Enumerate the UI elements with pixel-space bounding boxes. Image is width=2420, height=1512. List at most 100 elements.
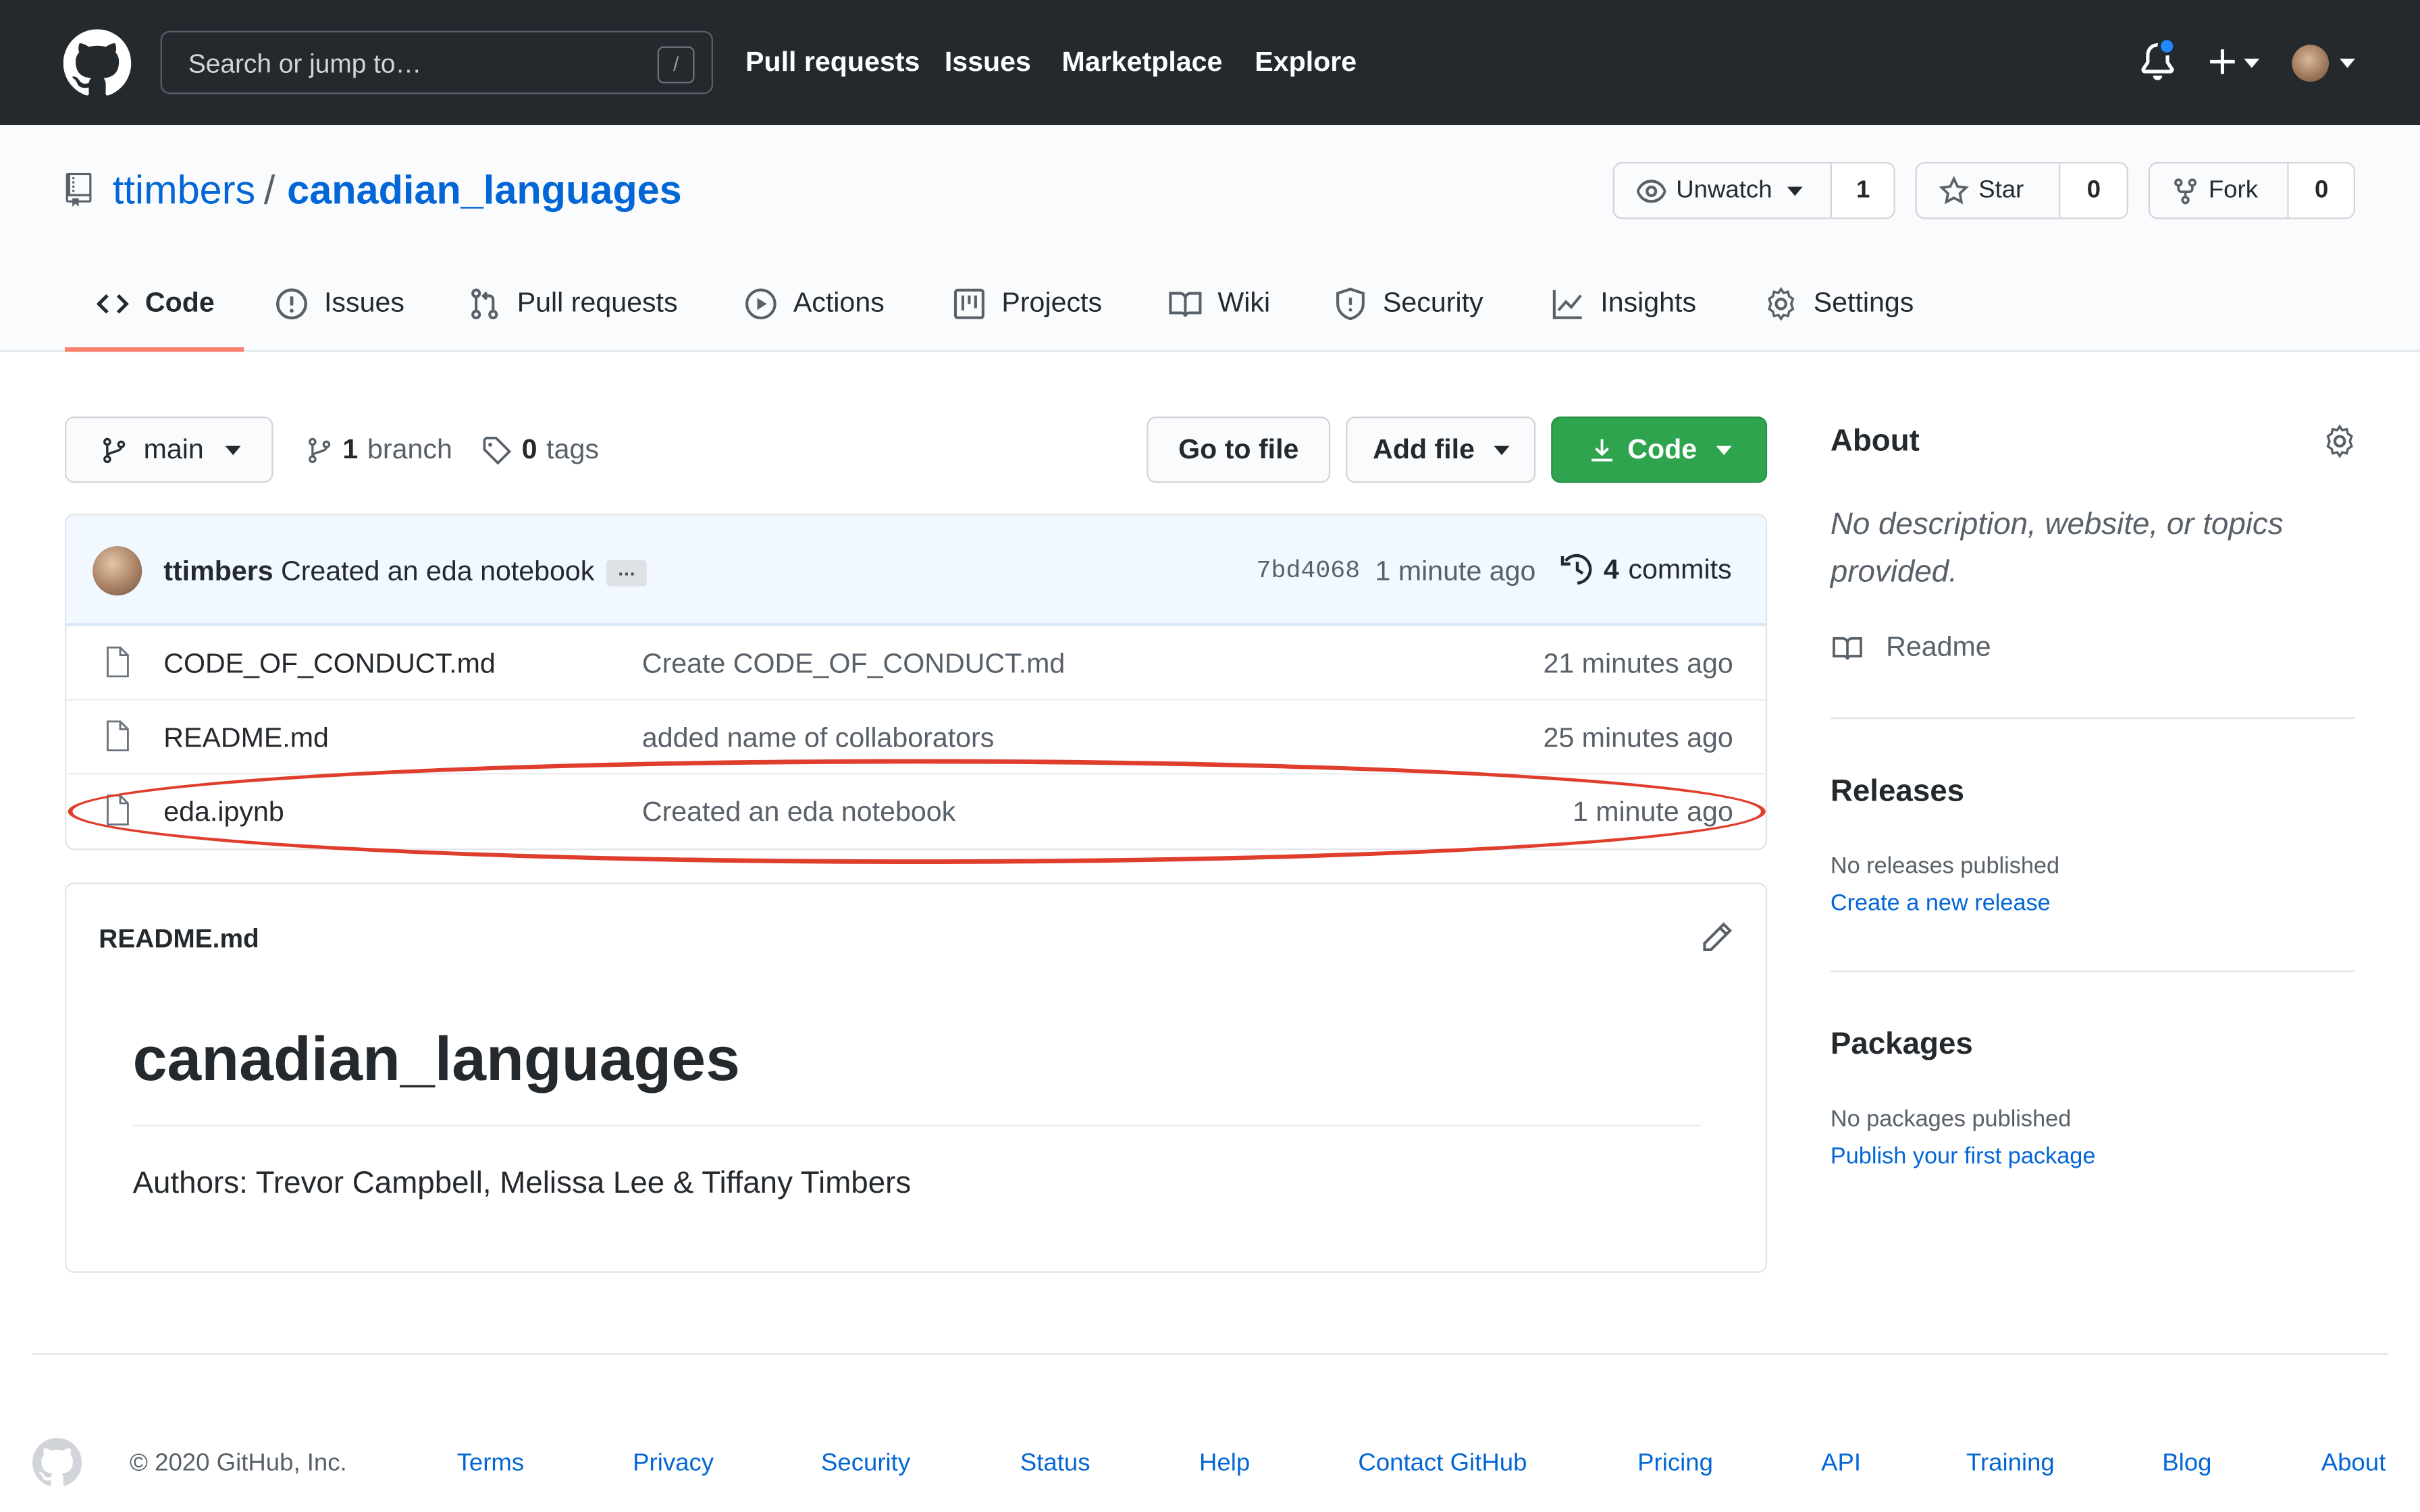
tag-count-label: tags — [546, 433, 599, 464]
tab-insights[interactable]: Insights — [1551, 254, 1696, 352]
releases-heading[interactable]: Releases — [1831, 774, 1964, 810]
github-logo-icon[interactable] — [63, 29, 132, 97]
github-repo-page: Search or jump to… / Pull requests Issue… — [0, 0, 2420, 1512]
unwatch-button[interactable]: Unwatch — [1614, 163, 1833, 218]
tab-issues-label: Issues — [323, 287, 404, 318]
tags-link[interactable]: 0 tags — [481, 433, 599, 466]
tab-wiki[interactable]: Wiki — [1168, 254, 1270, 352]
repo-owner-link[interactable]: ttimbers — [113, 167, 255, 215]
star-button-group: Star 0 — [1915, 161, 2128, 219]
repo-name-link[interactable]: canadian_languages — [287, 167, 682, 215]
watchers-count[interactable]: 1 — [1832, 163, 1894, 218]
code-button-label: Code — [1627, 433, 1698, 464]
shield-icon — [1336, 286, 1365, 320]
footer-link-privacy[interactable]: Privacy — [633, 1451, 714, 1478]
footer-link-api[interactable]: API — [1821, 1451, 1861, 1478]
caret-down-icon — [1787, 186, 1804, 196]
tab-settings[interactable]: Settings — [1764, 254, 1914, 352]
file-commit-message[interactable]: added name of collaborators — [642, 722, 994, 755]
nav-pull-requests[interactable]: Pull requests — [745, 47, 920, 79]
add-file-label: Add file — [1373, 433, 1475, 464]
watch-button-group: Unwatch 1 — [1612, 161, 1895, 219]
file-name[interactable]: eda.ipynb — [163, 796, 284, 828]
fork-button[interactable]: Fork — [2149, 163, 2290, 218]
footer-link-pricing[interactable]: Pricing — [1637, 1451, 1713, 1478]
tab-issues[interactable]: Issues — [275, 254, 404, 352]
expand-commit-button[interactable]: … — [606, 560, 647, 587]
search-input[interactable]: Search or jump to… / — [160, 30, 713, 94]
file-row[interactable]: README.md added name of collaborators 25… — [66, 699, 1766, 773]
commit-author[interactable]: ttimbers — [163, 556, 273, 588]
file-row[interactable]: CODE_OF_CONDUCT.md Create CODE_OF_CONDUC… — [66, 624, 1766, 699]
file-commit-time: 25 minutes ago — [1543, 722, 1733, 753]
fork-label: Fork — [2208, 176, 2258, 203]
search-placeholder: Search or jump to… — [188, 49, 422, 79]
global-header: Search or jump to… / Pull requests Issue… — [0, 0, 2420, 126]
caret-down-icon — [1493, 445, 1509, 455]
add-file-button[interactable]: Add file — [1346, 416, 1536, 483]
file-browser: ttimbers Created an eda notebook … 7bd40… — [64, 514, 1768, 850]
user-avatar[interactable] — [2292, 45, 2330, 82]
file-name[interactable]: CODE_OF_CONDUCT.md — [163, 648, 495, 680]
commits-history-link[interactable]: 4 commits — [1560, 552, 1732, 586]
create-release-link[interactable]: Create a new release — [1831, 890, 2051, 917]
github-logo-icon[interactable] — [32, 1438, 82, 1487]
nav-explore[interactable]: Explore — [1255, 47, 1357, 79]
code-icon — [96, 293, 129, 313]
project-icon — [953, 288, 984, 319]
forks-count[interactable]: 0 — [2289, 163, 2354, 218]
eye-icon — [1637, 179, 1666, 202]
footer-link-about[interactable]: About — [2321, 1451, 2386, 1478]
graph-icon — [1552, 289, 1582, 319]
file-row[interactable]: eda.ipynb Created an eda notebook 1 minu… — [66, 773, 1766, 847]
file-icon — [106, 794, 129, 826]
tab-wiki-label: Wiki — [1217, 287, 1271, 318]
branch-count-label: branch — [367, 433, 452, 464]
footer-link-status[interactable]: Status — [1020, 1451, 1090, 1478]
commit-message[interactable]: Created an eda notebook — [281, 556, 594, 588]
star-button[interactable]: Star — [1916, 163, 2061, 218]
tab-security-label: Security — [1382, 287, 1483, 318]
edit-pencil-icon[interactable] — [1700, 921, 1733, 955]
footer-link-blog[interactable]: Blog — [2162, 1451, 2211, 1478]
footer-link-contact[interactable]: Contact GitHub — [1358, 1451, 1527, 1478]
tab-code[interactable]: Code — [96, 254, 215, 352]
footer-link-terms[interactable]: Terms — [457, 1451, 525, 1478]
pull-request-icon — [471, 288, 498, 319]
nav-issues[interactable]: Issues — [945, 47, 1031, 79]
readme-link-label: Readme — [1886, 630, 1991, 662]
file-name[interactable]: README.md — [163, 722, 329, 755]
file-commit-message[interactable]: Created an eda notebook — [642, 796, 955, 828]
branches-link[interactable]: 1 branch — [306, 433, 452, 466]
footer-link-security[interactable]: Security — [821, 1451, 910, 1478]
notification-indicator — [2157, 36, 2176, 56]
readme-link[interactable]: Readme — [1831, 631, 1991, 664]
publish-package-link[interactable]: Publish your first package — [1831, 1143, 2096, 1170]
tab-security[interactable]: Security — [1334, 254, 1483, 352]
branch-selector[interactable]: main — [64, 416, 273, 483]
tab-projects[interactable]: Projects — [952, 254, 1102, 352]
create-new-plus-icon[interactable] — [2207, 40, 2266, 83]
tag-icon — [483, 435, 512, 464]
footer-link-training[interactable]: Training — [1966, 1451, 2055, 1478]
code-download-button[interactable]: Code — [1551, 416, 1768, 483]
packages-heading[interactable]: Packages — [1831, 1027, 1973, 1063]
repo-icon — [65, 172, 92, 207]
footer-link-help[interactable]: Help — [1199, 1451, 1250, 1478]
file-commit-message[interactable]: Create CODE_OF_CONDUCT.md — [642, 648, 1065, 680]
tab-pull-requests[interactable]: Pull requests — [468, 254, 678, 352]
gear-icon[interactable] — [2323, 424, 2357, 458]
tab-actions[interactable]: Actions — [744, 254, 885, 352]
commit-sha[interactable]: 7bd4068 — [1257, 557, 1361, 585]
about-heading: About — [1830, 424, 1920, 458]
tab-pull-requests-label: Pull requests — [517, 287, 678, 318]
stars-count[interactable]: 0 — [2061, 163, 2127, 218]
nav-marketplace[interactable]: Marketplace — [1062, 47, 1223, 79]
go-to-file-button[interactable]: Go to file — [1147, 416, 1331, 483]
commit-author-avatar[interactable] — [93, 546, 142, 596]
commit-time: 1 minute ago — [1375, 555, 1536, 587]
readme-filename[interactable]: README.md — [99, 924, 259, 955]
avatar-menu-caret-icon[interactable] — [2340, 58, 2355, 68]
sidebar-divider — [1830, 970, 2355, 972]
play-icon — [745, 288, 777, 319]
